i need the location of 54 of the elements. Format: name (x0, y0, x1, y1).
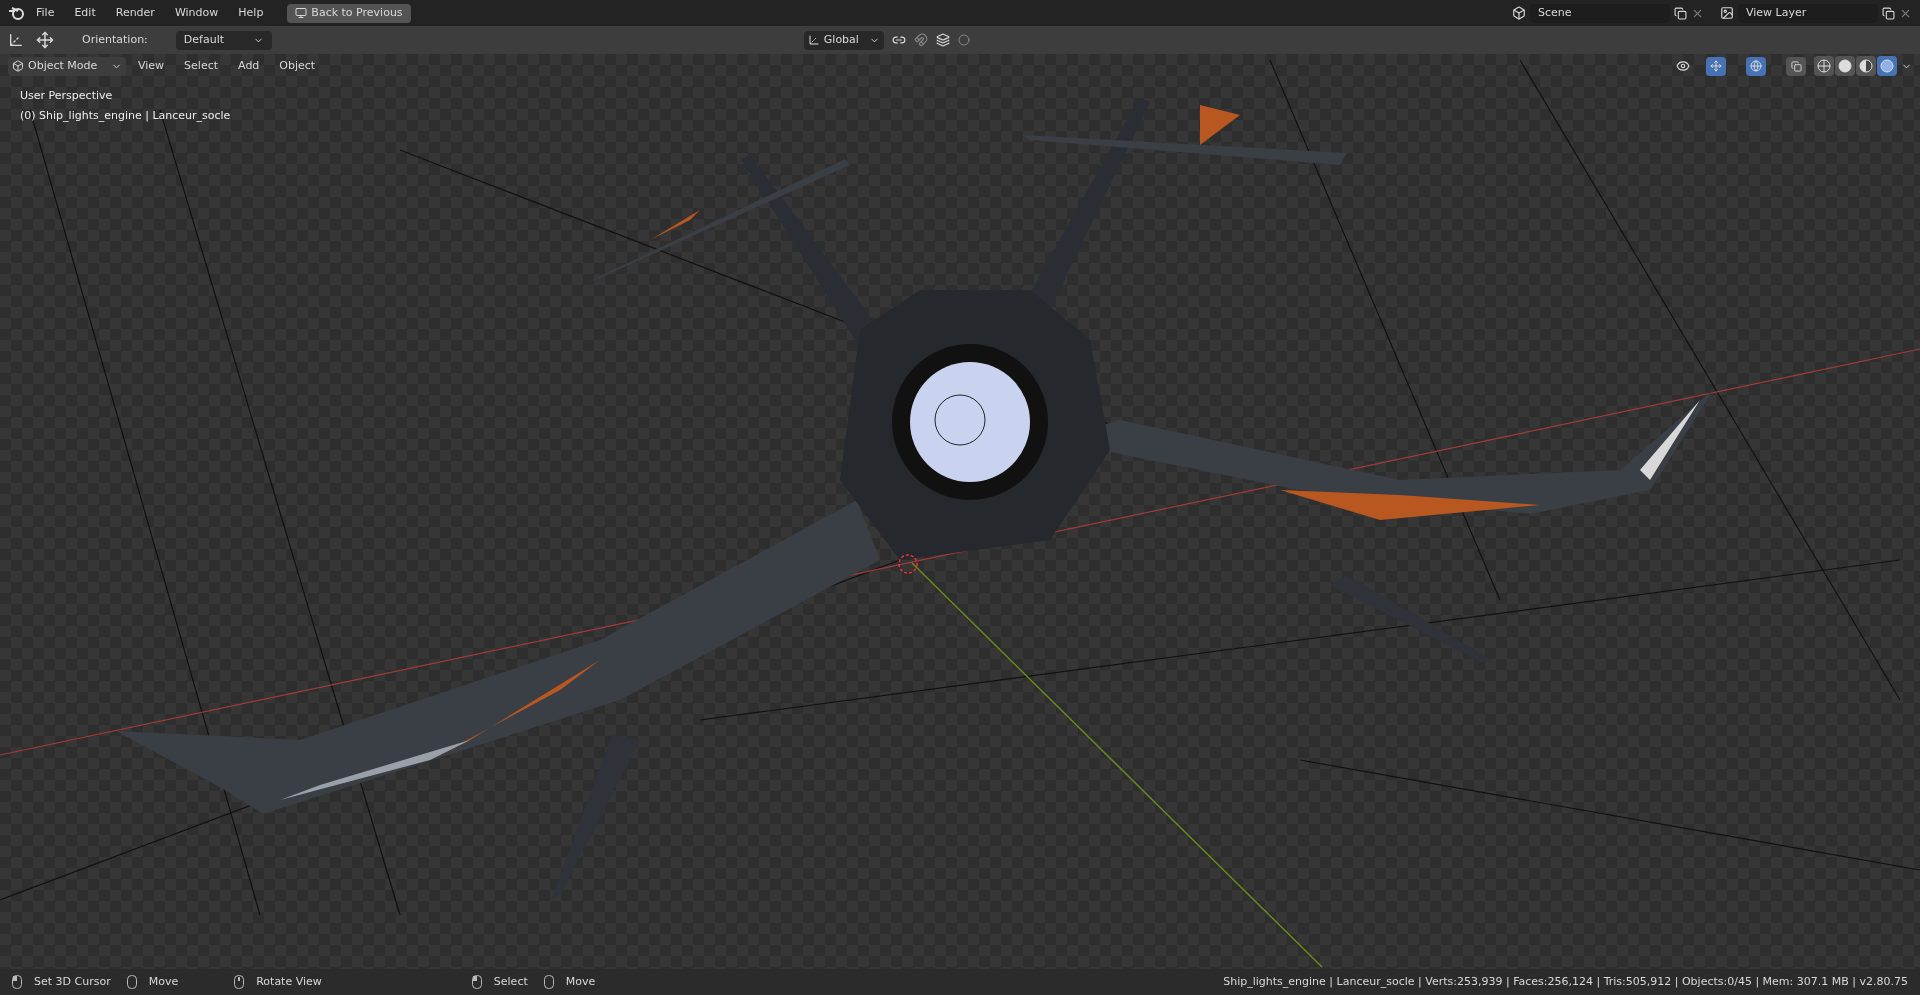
solid-shading-button[interactable] (1835, 56, 1855, 76)
screen-icon (295, 7, 308, 19)
move-icon[interactable] (36, 31, 54, 49)
copy-icon[interactable] (1882, 6, 1895, 20)
mouse-icon (471, 975, 482, 989)
xray-icon (1790, 60, 1802, 72)
pivot-icon[interactable] (891, 33, 906, 47)
menu-item[interactable]: File (28, 0, 63, 26)
menu-item[interactable]: Help (230, 0, 272, 26)
xray-button[interactable] (1786, 56, 1806, 76)
mouse-icon (543, 975, 554, 989)
tool-icon[interactable] (8, 32, 24, 48)
mode-dropdown[interactable]: Object Mode (8, 56, 126, 76)
menu-item[interactable]: Window (166, 0, 227, 26)
status-hint: Move (148, 973, 179, 990)
mouse-icon (126, 975, 137, 989)
rendered-shading-button[interactable] (1877, 56, 1897, 76)
object-info-label: (0) Ship_lights_engine | Lanceur_socle (20, 108, 231, 124)
viewport-menu-item[interactable]: View (130, 53, 173, 79)
copy-icon[interactable] (1674, 6, 1687, 20)
wireframe-shading-button[interactable] (1814, 56, 1834, 76)
axes-icon (807, 34, 820, 46)
scene-statistics: Ship_lights_engine | Lanceur_socle | Verts:253,939 | Faces:256,124 | Tris:505,912 | Objects:0/45 | Mem: 307.1 MB | v2.80.75 (1223, 973, 1908, 990)
mouse-icon (12, 975, 22, 989)
orientation-label: Orientation: (82, 31, 148, 48)
status-hint: Rotate View (256, 973, 322, 990)
viewport-menu-item[interactable]: Select (176, 53, 227, 79)
transform-orientation-dropdown[interactable]: Global (803, 30, 884, 50)
visibility-icon[interactable] (1676, 59, 1690, 73)
overlay-icon (1750, 60, 1762, 72)
viewport-menu-item[interactable]: Add (230, 53, 268, 79)
view-layer-icon[interactable] (1720, 6, 1734, 20)
app-logo-icon[interactable] (8, 6, 24, 20)
scene-icon[interactable] (1512, 6, 1526, 20)
status-hint: Move (565, 973, 596, 990)
snap-target-icon[interactable] (935, 33, 950, 47)
orientation-dropdown[interactable]: Default (175, 30, 272, 50)
material-shading-button[interactable] (1856, 56, 1876, 76)
back-to-previous-button[interactable]: Back to Previous (287, 3, 411, 23)
status-hint: Select (493, 973, 528, 990)
menu-item[interactable]: Edit (66, 0, 104, 26)
view-layer-field[interactable]: View Layer (1738, 3, 1878, 23)
status-hint: Set 3D Cursor (34, 973, 111, 990)
cube-icon (12, 60, 24, 72)
mouse-icon (234, 975, 245, 989)
view-name-label: User Perspective (20, 88, 113, 104)
scene-field[interactable]: Scene (1530, 3, 1670, 23)
overlay-button[interactable] (1746, 56, 1766, 76)
menu-item[interactable]: Render (107, 0, 163, 26)
viewport[interactable]: Object Mode View Select Add Object User Perspective (0) Ship_lights_engine | Lanceur_socle (0, 54, 1920, 969)
gizmo-button[interactable] (1706, 56, 1726, 76)
viewport-menu-item[interactable]: Object (271, 53, 324, 79)
gizmo-icon (1710, 60, 1722, 72)
snap-icon[interactable] (913, 33, 928, 47)
